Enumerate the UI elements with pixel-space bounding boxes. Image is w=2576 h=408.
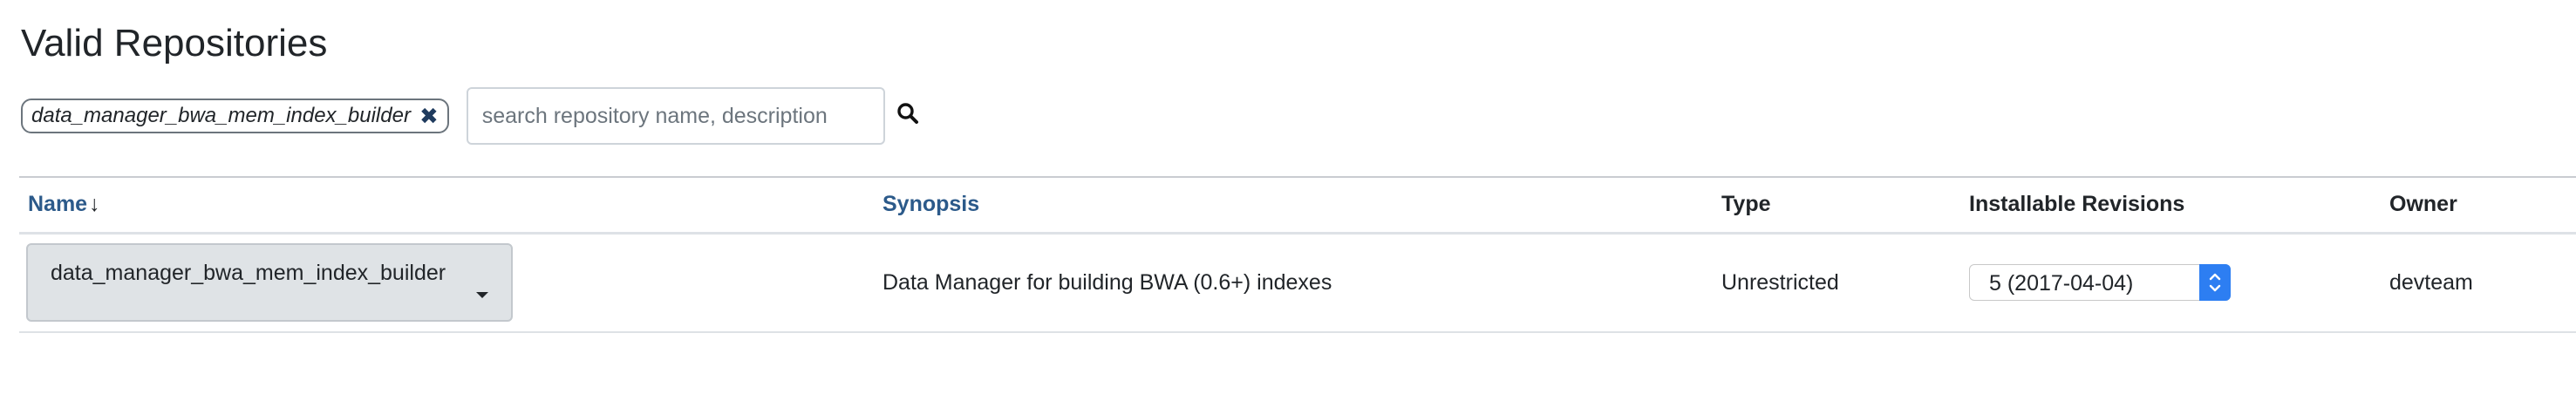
column-header-installable-revisions: Installable Revisions (1969, 192, 2185, 217)
column-header-name-label: Name (28, 192, 88, 217)
repository-name: data_manager_bwa_mem_index_builder (51, 261, 446, 286)
filter-tag-label: data_manager_bwa_mem_index_builder (31, 104, 411, 127)
cell-name: data_manager_bwa_mem_index_builder (19, 233, 874, 332)
column-header-synopsis[interactable]: Synopsis (874, 177, 1713, 233)
page-title: Valid Repositories (21, 22, 328, 65)
column-header-name[interactable]: Name↓ (19, 177, 874, 233)
cell-synopsis: Data Manager for building BWA (0.6+) ind… (883, 269, 1332, 295)
table-row: data_manager_bwa_mem_index_builder Data … (19, 233, 2576, 332)
repositories-table: Name↓ Synopsis Type Installable Revision… (19, 176, 2576, 333)
close-icon[interactable]: ✖ (419, 105, 439, 127)
filter-tag: data_manager_bwa_mem_index_builder ✖ (21, 99, 449, 133)
filter-bar: data_manager_bwa_mem_index_builder ✖ (21, 87, 923, 145)
search-input[interactable] (466, 87, 885, 145)
repository-dropdown-button[interactable]: data_manager_bwa_mem_index_builder (26, 243, 513, 323)
search-icon[interactable] (892, 98, 923, 129)
stepper-icon (2199, 264, 2231, 302)
repositories-table-container: Name↓ Synopsis Type Installable Revision… (19, 176, 2576, 333)
revision-select-value: 5 (2017-04-04) (1989, 271, 2134, 296)
column-header-owner: Owner (2389, 192, 2457, 217)
caret-down-icon (476, 292, 488, 299)
cell-owner: devteam (2389, 269, 2473, 295)
cell-installable-revisions: 5 (2017-04-04) (1960, 233, 2381, 332)
table-header-row: Name↓ Synopsis Type Installable Revision… (19, 177, 2576, 233)
revision-select[interactable]: 5 (2017-04-04) (1969, 264, 2231, 302)
sort-down-icon: ↓ (89, 192, 100, 217)
column-header-type: Type (1721, 192, 1771, 217)
cell-type: Unrestricted (1721, 269, 1839, 295)
